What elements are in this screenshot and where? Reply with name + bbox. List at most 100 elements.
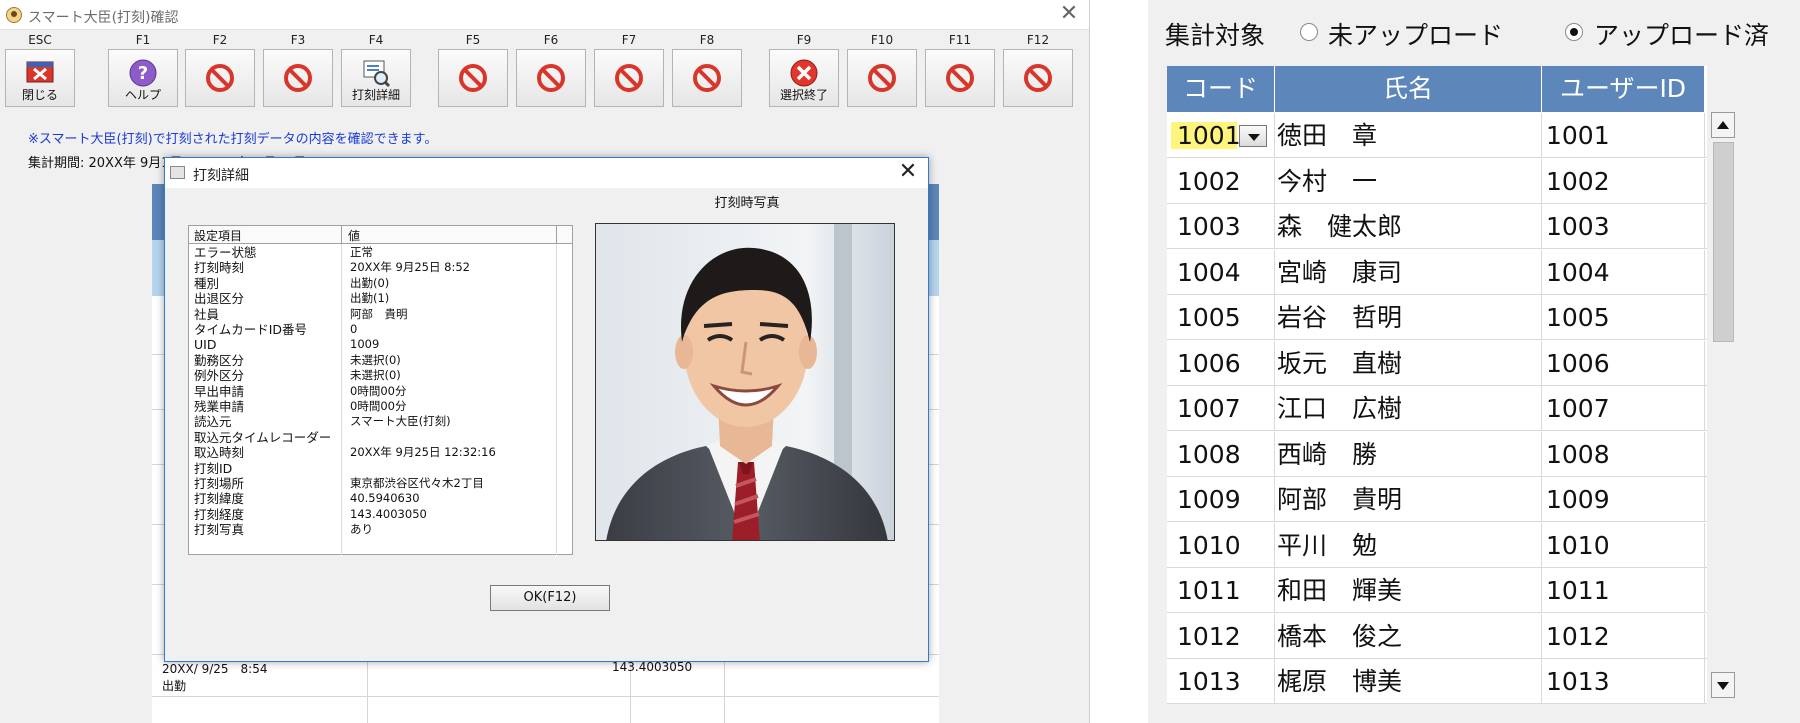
- detail-row[interactable]: 勤務区分 未選択(0): [189, 353, 572, 368]
- column-header-code[interactable]: コード: [1167, 66, 1275, 112]
- column-header-name[interactable]: 氏名: [1275, 66, 1542, 112]
- detail-row[interactable]: 残業申請 0時間00分: [189, 399, 572, 414]
- user-id-cell[interactable]: 1002: [1542, 158, 1705, 204]
- code-cell[interactable]: 1012: [1167, 613, 1275, 659]
- dropdown-arrow-icon[interactable]: [1239, 125, 1267, 147]
- table-row[interactable]: 1011 和田 輝美 1011: [1167, 568, 1707, 613]
- table-row[interactable]: 1004 宮崎 康司 1004: [1167, 249, 1707, 295]
- name-cell[interactable]: 平川 勉: [1275, 522, 1542, 568]
- code-cell[interactable]: 1004: [1167, 249, 1275, 295]
- code-cell[interactable]: 1007: [1167, 386, 1275, 431]
- fkey-f6-button[interactable]: [516, 49, 586, 107]
- code-cell[interactable]: 1013: [1167, 659, 1275, 704]
- detail-row[interactable]: 取込時刻 20XX年 9月25日 12:32:16: [189, 445, 572, 460]
- detail-row[interactable]: 例外区分 未選択(0): [189, 368, 572, 383]
- radio-not-uploaded-label[interactable]: 未アップロード: [1328, 16, 1503, 52]
- detail-row[interactable]: 打刻経度 143.4003050: [189, 507, 572, 522]
- fkey-f4-button[interactable]: 打刻詳細: [341, 49, 411, 107]
- column-header-user-id[interactable]: ユーザーID: [1542, 66, 1705, 112]
- name-cell[interactable]: 宮崎 康司: [1275, 249, 1542, 295]
- user-id-cell[interactable]: 1001: [1542, 113, 1705, 158]
- radio-uploaded-label[interactable]: アップロード済: [1594, 16, 1769, 52]
- fkey-f10-button[interactable]: [847, 49, 917, 107]
- longitude-cell[interactable]: 143.4003050: [612, 660, 692, 674]
- detail-row[interactable]: 打刻ID: [189, 461, 572, 476]
- radio-uploaded[interactable]: [1565, 23, 1583, 41]
- table-row[interactable]: 1003 森 健太郎 1003: [1167, 204, 1707, 249]
- name-cell[interactable]: 今村 一: [1275, 158, 1542, 204]
- code-cell[interactable]: 1009: [1167, 477, 1275, 522]
- user-id-cell[interactable]: 1009: [1542, 477, 1705, 522]
- detail-row[interactable]: 早出申請 0時間00分: [189, 384, 572, 399]
- stamp-type-cell[interactable]: 出勤: [162, 677, 186, 694]
- code-cell[interactable]: 1002: [1167, 158, 1275, 204]
- table-row[interactable]: 1006 坂元 直樹 1006: [1167, 340, 1707, 386]
- fkey-f1-button[interactable]: ? ヘルプ: [108, 49, 178, 107]
- detail-row[interactable]: 社員 阿部 貴明: [189, 307, 572, 322]
- detail-row[interactable]: 打刻時刻 20XX年 9月25日 8:52: [189, 260, 572, 275]
- name-cell[interactable]: 阿部 貴明: [1275, 477, 1542, 522]
- code-cell[interactable]: 1008: [1167, 431, 1275, 477]
- fkey-f11-button[interactable]: [925, 49, 995, 107]
- fkey-f7-button[interactable]: [594, 49, 664, 107]
- detail-row[interactable]: 取込元タイムレコーダー: [189, 430, 572, 445]
- user-id-cell[interactable]: 1011: [1542, 568, 1705, 613]
- radio-not-uploaded[interactable]: [1300, 23, 1318, 41]
- detail-row[interactable]: 出退区分 出勤(1): [189, 291, 572, 306]
- table-row[interactable]: 1009 阿部 貴明 1009: [1167, 477, 1707, 522]
- detail-row[interactable]: 打刻写真 あり: [189, 522, 572, 537]
- detail-row[interactable]: 読込元 スマート大臣(打刻): [189, 414, 572, 429]
- fkey-esc-button[interactable]: 閉じる: [5, 49, 75, 107]
- code-cell[interactable]: 1011: [1167, 568, 1275, 613]
- scroll-thumb[interactable]: [1713, 142, 1734, 342]
- name-cell[interactable]: 坂元 直樹: [1275, 340, 1542, 386]
- detail-row[interactable]: タイムカードID番号 0: [189, 322, 572, 337]
- code-edit-field[interactable]: 1001: [1171, 122, 1241, 149]
- name-cell[interactable]: 西崎 勝: [1275, 431, 1542, 477]
- table-row[interactable]: 1010 平川 勉 1010: [1167, 522, 1707, 568]
- user-id-cell[interactable]: 1003: [1542, 204, 1705, 249]
- name-cell[interactable]: 橋本 俊之: [1275, 613, 1542, 659]
- table-row[interactable]: 1008 西崎 勝 1008: [1167, 431, 1707, 477]
- fkey-f3-button[interactable]: [263, 49, 333, 107]
- detail-row[interactable]: UID 1009: [189, 337, 572, 352]
- user-id-cell[interactable]: 1004: [1542, 249, 1705, 295]
- user-id-cell[interactable]: 1007: [1542, 386, 1705, 431]
- table-row[interactable]: 1002 今村 一 1002: [1167, 158, 1707, 204]
- code-cell[interactable]: 1010: [1167, 522, 1275, 568]
- code-cell[interactable]: 1001: [1167, 113, 1275, 158]
- fkey-f9-button[interactable]: 選択終了: [769, 49, 839, 107]
- user-id-cell[interactable]: 1010: [1542, 522, 1705, 568]
- user-id-cell[interactable]: 1005: [1542, 295, 1705, 340]
- user-id-cell[interactable]: 1008: [1542, 431, 1705, 477]
- name-cell[interactable]: 森 健太郎: [1275, 204, 1542, 249]
- table-row[interactable]: 1001 徳田 章 1001: [1167, 113, 1707, 158]
- detail-row[interactable]: 打刻場所 東京都渋谷区代々木2丁目: [189, 476, 572, 491]
- code-cell[interactable]: 1003: [1167, 204, 1275, 249]
- detail-row[interactable]: 打刻緯度 40.5940630: [189, 491, 572, 506]
- table-row[interactable]: 1007 江口 広樹 1007: [1167, 386, 1707, 431]
- user-id-cell[interactable]: 1006: [1542, 340, 1705, 386]
- code-cell[interactable]: 1006: [1167, 340, 1275, 386]
- name-cell[interactable]: 岩谷 哲明: [1275, 295, 1542, 340]
- dialog-close-button[interactable]: ✕: [896, 160, 920, 184]
- detail-row[interactable]: 種別 出勤(0): [189, 276, 572, 291]
- user-id-cell[interactable]: 1013: [1542, 659, 1705, 704]
- detail-row[interactable]: エラー状態 正常: [189, 245, 572, 260]
- table-row[interactable]: 1005 岩谷 哲明 1005: [1167, 295, 1707, 340]
- table-row[interactable]: 1013 梶原 博美 1013: [1167, 659, 1707, 704]
- window-close-button[interactable]: ✕: [1056, 3, 1082, 27]
- code-cell[interactable]: 1005: [1167, 295, 1275, 340]
- user-id-cell[interactable]: 1012: [1542, 613, 1705, 659]
- scroll-down-arrow-icon[interactable]: [1711, 672, 1735, 698]
- table-row[interactable]: 1012 橋本 俊之 1012: [1167, 613, 1707, 659]
- name-cell[interactable]: 江口 広樹: [1275, 386, 1542, 431]
- fkey-f5-button[interactable]: [438, 49, 508, 107]
- ok-button[interactable]: OK(F12): [490, 585, 610, 611]
- column-header-value[interactable]: 値: [348, 227, 360, 244]
- name-cell[interactable]: 梶原 博美: [1275, 659, 1542, 704]
- fkey-f8-button[interactable]: [672, 49, 742, 107]
- vertical-scrollbar[interactable]: [1709, 112, 1737, 703]
- fkey-f2-button[interactable]: [185, 49, 255, 107]
- name-cell[interactable]: 徳田 章: [1275, 113, 1542, 158]
